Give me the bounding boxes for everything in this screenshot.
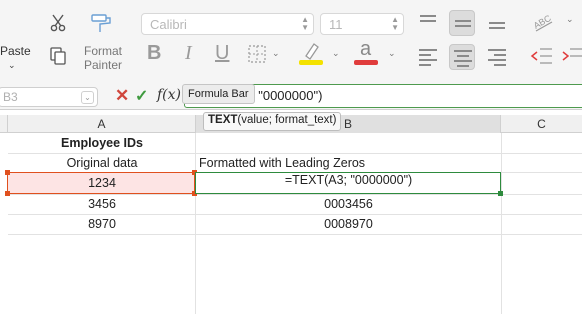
font-select-arrows-icon: ▲ ▼ [301,15,309,32]
copy-icon[interactable] [48,46,68,66]
cell-a1[interactable]: Employee IDs [8,134,196,153]
function-argument-hint[interactable]: TEXT(value; format_text) [203,112,342,131]
cancel-formula-icon[interactable]: ✕ [115,86,129,106]
bold-button[interactable]: B [147,42,161,65]
gridline-h [8,234,582,235]
name-box[interactable]: B3 ⌄ [0,87,98,107]
scissors-icon[interactable] [50,14,66,32]
cell-a3[interactable]: 1234 [8,174,196,193]
cell-a2[interactable]: Original data [8,154,196,173]
align-middle-button[interactable] [449,10,475,36]
gridline-v [501,133,502,314]
svg-text:ABC: ABC [532,13,553,31]
borders-icon[interactable] [247,44,267,64]
function-hint-name: TEXT [208,114,238,126]
font-color-letter: a [360,38,372,60]
font-name-value: Calibri [150,17,187,32]
cell-b5[interactable]: 0008970 [196,215,501,234]
font-color-swatch-icon [354,60,378,65]
column-header-c[interactable]: C [501,115,582,133]
text-orientation-chevron-icon[interactable]: ⌄ [566,14,574,25]
font-size-stepper-icon[interactable]: ▲ ▼ [391,16,399,32]
cell-a4[interactable]: 3456 [8,195,196,214]
align-top-button[interactable] [415,8,441,34]
select-all-corner[interactable] [0,115,8,133]
format-painter-icon[interactable] [90,12,114,34]
italic-button[interactable]: I [185,42,192,65]
formula-bar-area: B3 ⌄ ✕ ✓ f(x) ; "0000000") [0,83,582,110]
highlight-chevron-icon[interactable]: ⌄ [332,48,340,59]
font-name-select[interactable]: Calibri ▲ ▼ [141,13,314,35]
spreadsheet-grid[interactable]: A B C TEXT(value; format_text) Employee … [0,110,582,314]
format-painter-label-2: Painter [84,58,123,72]
text-orientation-icon[interactable]: ABC [530,10,558,34]
function-hint-args: (value; format_text) [237,114,337,126]
align-center-button[interactable] [449,44,475,70]
formula-text: ; "0000000") [251,88,323,103]
cell-a5[interactable]: 8970 [8,215,196,234]
highlight-icon[interactable] [298,40,324,66]
borders-chevron-icon[interactable]: ⌄ [272,48,280,59]
name-box-chevron-icon[interactable]: ⌄ [81,91,94,104]
align-bottom-button[interactable] [484,8,510,34]
format-painter-button[interactable]: Format Painter [84,44,122,72]
column-header-a[interactable]: A [8,115,196,133]
insert-function-icon[interactable]: f(x) [157,87,181,103]
ribbon: Paste ⌄ Format Painter Calibri ▲ ▼ 11 ▲ ▼ … [0,0,582,83]
name-box-value: B3 [3,90,18,104]
format-painter-label-1: Format [84,44,123,58]
paste-button[interactable]: Paste [0,44,31,58]
cell-b4[interactable]: 0003456 [196,195,501,214]
font-color-button[interactable]: a [354,38,380,66]
cell-b3-editing[interactable]: =TEXT(A3; "0000000") [196,171,501,190]
font-size-value: 11 [329,17,343,32]
align-right-button[interactable] [484,44,510,70]
font-size-select[interactable]: 11 ▲ ▼ [320,13,404,35]
enter-formula-icon[interactable]: ✓ [135,86,148,106]
align-left-button[interactable] [415,44,441,70]
increase-indent-icon[interactable] [562,46,582,66]
formula-bar-tooltip: Formula Bar [182,84,255,104]
font-color-chevron-icon[interactable]: ⌄ [388,48,396,59]
decrease-indent-icon[interactable] [530,46,554,66]
underline-button[interactable]: U [215,42,229,65]
paste-menu-chevron-icon[interactable]: ⌄ [8,60,16,71]
